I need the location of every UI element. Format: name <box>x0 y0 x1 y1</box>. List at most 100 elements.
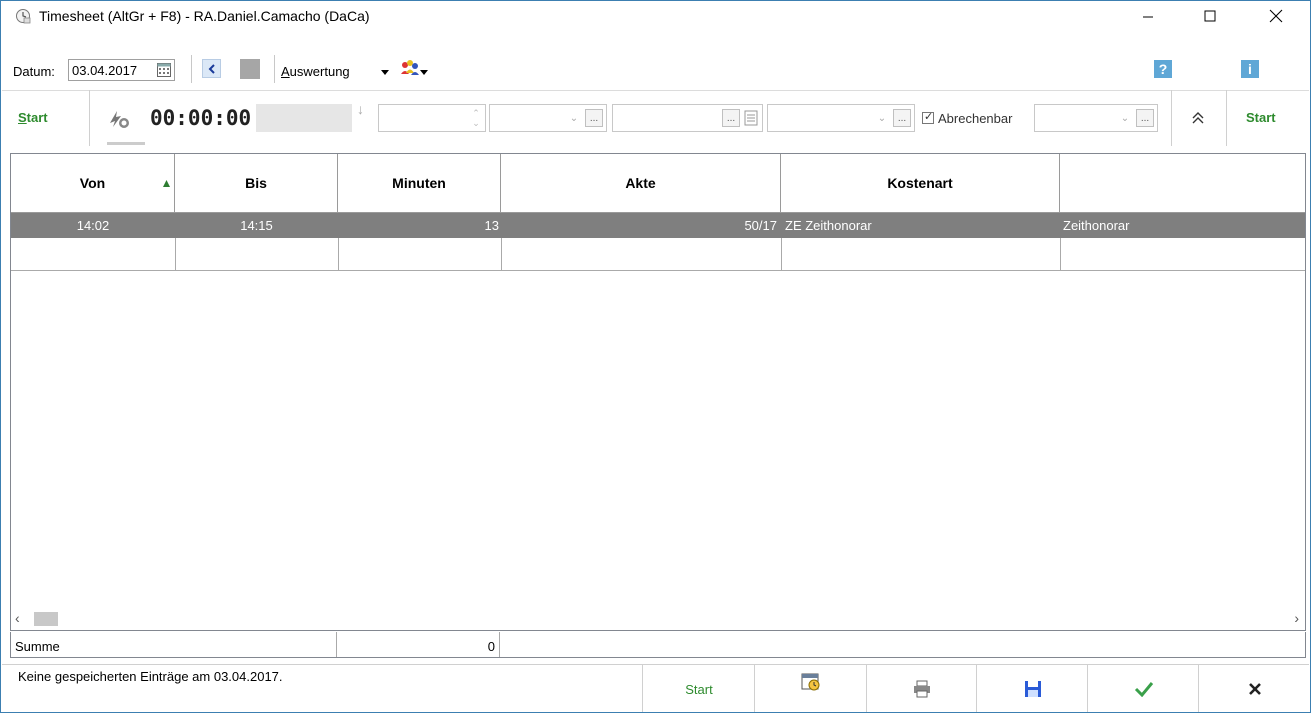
users-icon[interactable] <box>399 58 421 80</box>
cell-divider <box>501 238 502 270</box>
cell-divider <box>338 238 339 270</box>
cell-divider <box>175 238 176 270</box>
status-message: Keine gespeicherten Einträge am 03.04.20… <box>18 669 283 684</box>
cell-extra: Zeithonorar <box>1063 218 1130 233</box>
column-header-label: Bis <box>245 175 267 191</box>
cell-akte: 50/17 <box>744 218 777 233</box>
save-button[interactable] <box>976 665 1088 712</box>
cell-von: 14:02 <box>76 218 110 233</box>
horizontal-scrollbar[interactable]: ‹ › <box>11 608 1305 630</box>
calendar-icon[interactable] <box>157 63 171 77</box>
cell-divider <box>1060 238 1061 270</box>
column-header-label: Von <box>79 175 106 191</box>
info-icon[interactable]: i <box>1241 60 1259 78</box>
start-button-label: Start <box>685 681 713 697</box>
description-field[interactable]: ... <box>612 104 763 132</box>
notes-icon[interactable] <box>744 110 758 126</box>
chevron-left-icon <box>208 63 215 74</box>
summary-label: Summe <box>15 639 60 654</box>
previous-day-button[interactable] <box>202 59 221 78</box>
date-value: 03.04.2017 <box>72 63 138 78</box>
combo-dropdown-icon[interactable]: ⌄ <box>873 108 891 128</box>
toolbar-separator <box>191 55 192 83</box>
calendar-clock-icon <box>801 673 820 691</box>
kostenart-combo[interactable]: ⌄ ... <box>767 104 915 132</box>
print-icon <box>914 680 930 698</box>
minutes-spinner[interactable]: ⌃ ⌄ <box>378 104 486 132</box>
spinner-arrows-icon[interactable]: ⌃ ⌄ <box>471 108 481 128</box>
timer-separator <box>1226 90 1227 146</box>
column-header-kostenart[interactable]: Kostenart <box>781 154 1060 212</box>
cell-kostenart: ZE Zeithonorar <box>785 218 872 233</box>
column-header-label: Kostenart <box>887 175 953 191</box>
timesheet-window: Timesheet (AltGr + F8) - RA.Daniel.Camac… <box>0 0 1311 713</box>
toolbar-separator <box>274 55 275 83</box>
date-field[interactable]: 03.04.2017 <box>68 59 175 81</box>
scrollbar-thumb[interactable] <box>34 612 58 626</box>
help-icon[interactable]: ? <box>1154 60 1172 78</box>
timesheet-app-icon <box>16 9 31 24</box>
timer-icon-underline <box>107 142 145 145</box>
table-row-empty[interactable] <box>11 238 1305 271</box>
auswertung-label: uswertung <box>289 64 350 79</box>
title-bar[interactable]: Timesheet (AltGr + F8) - RA.Daniel.Camac… <box>1 1 1310 31</box>
timer-status-box <box>256 104 352 132</box>
kostenart-ellipsis-button[interactable]: ... <box>893 109 911 127</box>
abrechenbar-checkbox[interactable]: ✓ <box>922 111 934 124</box>
column-header-von[interactable]: Von <box>11 154 175 212</box>
cell-bis: 14:15 <box>240 218 273 233</box>
abrechenbar-label: Abrechenbar <box>938 111 1013 126</box>
confirm-button[interactable] <box>1087 665 1199 712</box>
extra-combo[interactable]: ⌄ ... <box>1034 104 1158 132</box>
minimize-button[interactable] <box>1125 1 1171 31</box>
calendar-timer-button[interactable] <box>754 665 867 712</box>
maximize-button[interactable] <box>1187 1 1233 31</box>
cancel-button[interactable] <box>1198 665 1310 712</box>
print-button[interactable] <box>866 665 977 712</box>
table-row[interactable]: 14:02 14:15 13 50/17 ZE Zeithonorar Zeit… <box>11 213 1305 238</box>
column-header-label: Akte <box>625 175 656 191</box>
start-button-right[interactable]: Start <box>1246 110 1276 125</box>
start-button[interactable]: Start <box>642 665 755 712</box>
minimize-icon <box>1143 16 1153 18</box>
users-dropdown-icon[interactable] <box>420 70 428 75</box>
close-icon <box>1269 9 1283 23</box>
close-window-button[interactable] <box>1253 1 1299 31</box>
summary-row: Summe 0 <box>10 632 1306 658</box>
start-button-left[interactable]: Start <box>18 110 48 125</box>
timesheet-grid: Von Bis Minuten Akte Kostenart 14:02 14:… <box>10 153 1306 631</box>
cell-divider <box>781 238 782 270</box>
column-header-bis[interactable]: Bis <box>175 154 338 212</box>
auswertung-dropdown-icon[interactable] <box>381 70 389 75</box>
column-header-extra[interactable] <box>1060 154 1305 212</box>
auswertung-menu[interactable]: Auswertung <box>281 64 350 79</box>
scroll-left-icon[interactable]: ‹ <box>15 610 20 626</box>
close-icon <box>1249 683 1261 695</box>
extra-ellipsis-button[interactable]: ... <box>1136 109 1154 127</box>
timer-display: 00:00:00 <box>150 106 252 130</box>
save-icon <box>1024 681 1041 697</box>
akte-combo[interactable]: ⌄ ... <box>489 104 607 132</box>
combo-dropdown-icon[interactable]: ⌄ <box>565 108 583 128</box>
scroll-right-icon[interactable]: › <box>1294 610 1299 626</box>
description-ellipsis-button[interactable]: ... <box>722 109 740 127</box>
combo-dropdown-icon[interactable]: ⌄ <box>1116 108 1134 128</box>
column-header-minuten[interactable]: Minuten <box>338 154 501 212</box>
maximize-icon <box>1204 10 1216 22</box>
sort-ascending-icon <box>163 180 170 187</box>
checkmark-icon <box>1134 682 1153 697</box>
akte-ellipsis-button[interactable]: ... <box>585 109 603 127</box>
timer-separator <box>1171 90 1172 146</box>
summary-value: 0 <box>487 639 495 654</box>
arrow-down-icon[interactable]: ↓ <box>357 101 364 117</box>
column-header-akte[interactable]: Akte <box>501 154 781 212</box>
collapse-button[interactable] <box>1184 104 1212 132</box>
window-title: Timesheet (AltGr + F8) - RA.Daniel.Camac… <box>39 8 370 24</box>
start-left-label: tart <box>26 110 48 125</box>
stopwatch-icon[interactable] <box>107 107 131 131</box>
double-chevron-up-icon <box>1192 112 1204 124</box>
stop-button[interactable] <box>240 59 260 79</box>
checkmark-icon: ✓ <box>924 111 934 123</box>
cell-minuten: 13 <box>484 218 499 233</box>
cell-divider <box>499 632 500 657</box>
